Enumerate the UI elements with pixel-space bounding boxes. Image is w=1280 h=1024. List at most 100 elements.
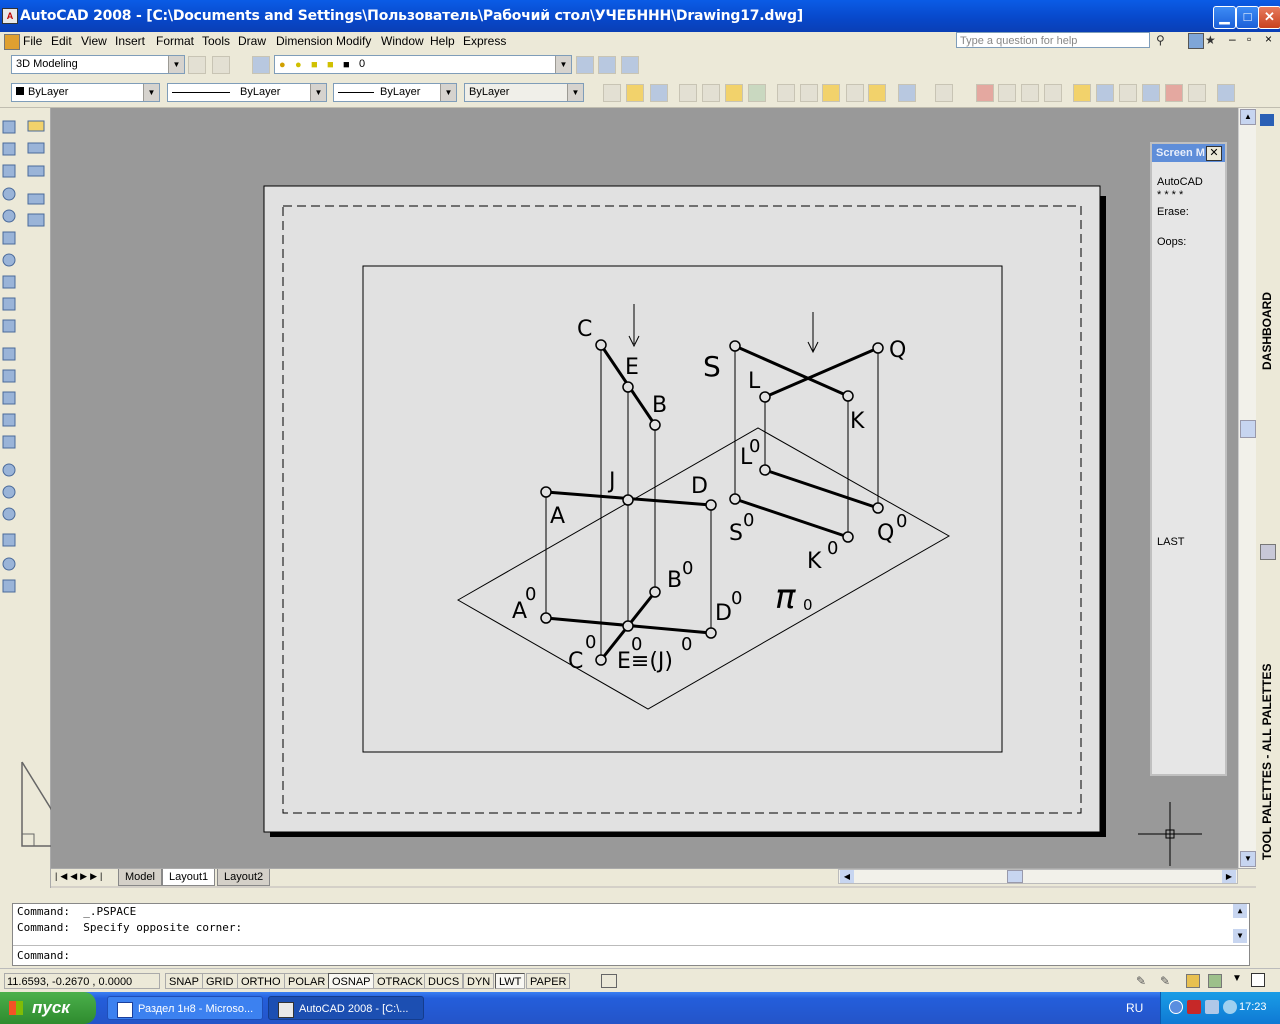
lwt-toggle[interactable]: LWT: [495, 973, 526, 989]
screen-menu-item-oops[interactable]: Oops:: [1157, 236, 1186, 248]
open-file-icon[interactable]: [626, 84, 644, 102]
menu-help[interactable]: Help: [427, 33, 458, 49]
grid-toggle[interactable]: GRID: [202, 973, 238, 989]
paper-toggle[interactable]: PAPER: [526, 973, 571, 989]
maximize-button[interactable]: □: [1236, 6, 1259, 29]
menu-insert[interactable]: Insert: [112, 33, 148, 49]
make-current-layer-icon[interactable]: [576, 56, 594, 74]
3d-dwf-icon[interactable]: [748, 84, 766, 102]
workspace-select[interactable]: 3D Modeling ▼: [11, 55, 185, 74]
minimize-button[interactable]: ▁: [1213, 6, 1236, 29]
taskbar-item-autocad[interactable]: AutoCAD 2008 - [C:\...: [268, 996, 424, 1020]
antivirus-icon[interactable]: [1187, 1000, 1201, 1014]
vertical-scrollbar[interactable]: ▲ ▼: [1238, 108, 1256, 868]
start-button[interactable]: пуск: [0, 992, 96, 1024]
screen-menu-item-last[interactable]: LAST: [1157, 536, 1185, 548]
paste-icon[interactable]: [822, 84, 840, 102]
match-properties-icon[interactable]: [846, 84, 864, 102]
dashboard-label[interactable]: DASHBOARD: [1260, 292, 1274, 370]
otrack-toggle[interactable]: OTRACK: [373, 973, 427, 989]
scroll-up-icon[interactable]: ▲: [1240, 109, 1256, 125]
taskbar-item-word[interactable]: Раздел 1н8 - Microso...: [107, 996, 263, 1020]
sheet-set-icon[interactable]: [1142, 84, 1160, 102]
ortho-toggle[interactable]: ORTHO: [237, 973, 285, 989]
cut-icon[interactable]: [777, 84, 795, 102]
layer-select[interactable]: ● ● ■ ■ ■ 0 ▼: [274, 55, 572, 74]
lineweight-select[interactable]: ByLayer ▼: [333, 83, 457, 102]
tab-layout2[interactable]: Layout2: [217, 869, 271, 886]
volume-icon[interactable]: [1223, 1000, 1237, 1014]
zoom-window-icon[interactable]: [1021, 84, 1039, 102]
tab-nav-arrows-icon[interactable]: |◀◀▶▶|: [55, 871, 105, 882]
save-icon[interactable]: [650, 84, 668, 102]
command-history[interactable]: Command: _.PSPACE Command: Specify oppos…: [12, 903, 1250, 966]
menu-draw[interactable]: Draw: [235, 33, 269, 49]
help-search-input[interactable]: Type a question for help: [956, 32, 1150, 48]
osnap-toggle[interactable]: OSNAP: [328, 973, 375, 989]
plot-preview-icon[interactable]: [702, 84, 720, 102]
snap-toggle[interactable]: SNAP: [165, 973, 203, 989]
tray-chevron-icon[interactable]: [1169, 1000, 1183, 1014]
layer-manager-icon[interactable]: [252, 56, 270, 74]
menu-file[interactable]: File: [20, 33, 45, 49]
pan-icon[interactable]: [976, 84, 994, 102]
ducs-toggle[interactable]: DUCS: [424, 973, 464, 989]
publish-icon[interactable]: [725, 84, 743, 102]
clean-screen-icon[interactable]: [1251, 973, 1265, 987]
close-button[interactable]: ✕: [1258, 6, 1280, 29]
layer-states-icon[interactable]: [621, 56, 639, 74]
tool-palettes-icon[interactable]: [1119, 84, 1137, 102]
tool-palettes-label[interactable]: TOOL PALETTES - ALL PALETTES: [1260, 664, 1274, 860]
menu-express[interactable]: Express: [460, 33, 509, 49]
redo-icon[interactable]: [935, 84, 953, 102]
status-menu-chevron-icon[interactable]: ▼: [1232, 973, 1242, 984]
cmd-scroll-down-icon[interactable]: ▼: [1233, 929, 1247, 943]
new-file-icon[interactable]: [603, 84, 621, 102]
doc-restore-button[interactable]: ▫: [1247, 32, 1251, 46]
annotation-scale-icon[interactable]: ✎: [1136, 974, 1150, 988]
document-icon[interactable]: [4, 34, 20, 50]
zoom-previous-icon[interactable]: [1044, 84, 1062, 102]
block-editor-icon[interactable]: [868, 84, 886, 102]
linetype-select[interactable]: ByLayer ▼: [167, 83, 327, 102]
favorites-icon[interactable]: ★: [1205, 33, 1219, 47]
hscroll-thumb[interactable]: [1007, 870, 1023, 883]
plot-icon[interactable]: [679, 84, 697, 102]
horizontal-scrollbar[interactable]: ◀ ▶: [838, 869, 1238, 884]
undo-icon[interactable]: [898, 84, 916, 102]
polar-toggle[interactable]: POLAR: [284, 973, 330, 989]
network-icon[interactable]: [1205, 1000, 1219, 1014]
color-select[interactable]: ByLayer ▼: [11, 83, 160, 102]
scroll-left-icon[interactable]: ◀: [840, 870, 854, 883]
tab-layout1[interactable]: Layout1: [162, 869, 216, 886]
menu-edit[interactable]: Edit: [48, 33, 75, 49]
screen-menu-item-stars[interactable]: * * * *: [1157, 189, 1183, 201]
layer-previous-icon[interactable]: [598, 56, 616, 74]
dyn-toggle[interactable]: DYN: [463, 973, 495, 989]
screen-menu-item-erase[interactable]: Erase:: [1157, 206, 1189, 218]
autocad-app-icon[interactable]: A: [2, 8, 18, 24]
command-prompt[interactable]: Command:: [17, 949, 70, 962]
annotation-visibility-icon[interactable]: ✎: [1160, 974, 1174, 988]
help-icon[interactable]: [1217, 84, 1235, 102]
properties-icon[interactable]: [1073, 84, 1091, 102]
dashboard-icon[interactable]: [1260, 114, 1274, 126]
communication-center-icon[interactable]: [1188, 33, 1204, 49]
menu-dimension[interactable]: Dimension: [273, 33, 336, 49]
language-indicator[interactable]: RU: [1126, 1001, 1143, 1015]
tab-model[interactable]: Model: [118, 869, 162, 886]
zoom-realtime-icon[interactable]: [998, 84, 1016, 102]
coordinate-readout[interactable]: 11.6593, -0.2670 , 0.0000: [4, 973, 160, 989]
scroll-thumb[interactable]: [1240, 420, 1256, 438]
tool-palette-icon[interactable]: [1260, 544, 1276, 560]
design-center-icon[interactable]: [1096, 84, 1114, 102]
save-workspace-icon[interactable]: [212, 56, 230, 74]
doc-minimize-button[interactable]: –: [1229, 32, 1236, 46]
search-icon[interactable]: ⚲: [1156, 33, 1172, 48]
menu-window[interactable]: Window: [378, 33, 427, 49]
scroll-right-icon[interactable]: ▶: [1222, 870, 1236, 883]
menu-tools[interactable]: Tools: [199, 33, 233, 49]
plotstyle-select[interactable]: ByLayer ▼: [464, 83, 584, 102]
drawing-area[interactable]: C E B J D A S L K Q L 0 S 0 K 0 Q 0 A 0 …: [51, 108, 1238, 868]
screen-menu-close-button[interactable]: ✕: [1206, 146, 1222, 161]
